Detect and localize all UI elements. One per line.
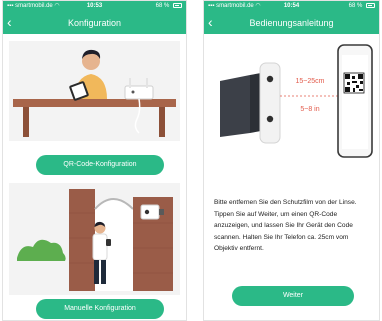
configuration-screen: ▪▪▪ smartmobil.de ◠ 10:53 68 % ‹ Konfigu… bbox=[2, 0, 187, 321]
page-title: Bedienungsanleitung bbox=[249, 18, 334, 28]
battery-icon bbox=[173, 2, 182, 8]
status-battery: 68 % bbox=[349, 1, 375, 12]
status-bar: ▪▪▪ smartmobil.de ◠ 10:54 68 % bbox=[204, 1, 379, 12]
battery-percent: 68 % bbox=[348, 3, 363, 9]
battery-percent: 68 % bbox=[155, 3, 170, 9]
page-title: Konfiguration bbox=[67, 18, 122, 28]
qr-code-graphic bbox=[343, 72, 365, 94]
continue-button[interactable]: Weiter bbox=[232, 286, 354, 306]
instruction-text: Bitte entfernen Sie den Schutzfilm von d… bbox=[214, 199, 357, 252]
nav-bar: ‹ Konfiguration bbox=[3, 12, 186, 34]
chevron-left-icon[interactable]: ‹ bbox=[208, 12, 224, 34]
chevron-left-icon[interactable]: ‹ bbox=[7, 12, 23, 34]
manual-config-button[interactable]: Manuelle Konfiguration bbox=[36, 299, 164, 319]
status-bar: ▪▪▪ smartmobil.de ◠ 10:53 68 % bbox=[3, 1, 186, 12]
page: ▪▪▪ smartmobil.de ◠ 10:53 68 % ‹ Konfigu… bbox=[0, 0, 382, 321]
qr-setup-illustration bbox=[9, 41, 180, 141]
battery-icon bbox=[366, 2, 375, 8]
manual-setup-illustration bbox=[9, 183, 180, 295]
status-battery: 68 % bbox=[156, 1, 182, 12]
distance-in-label: 5~8 in bbox=[300, 106, 319, 113]
instructions-screen: ▪▪▪ smartmobil.de ◠ 10:54 68 % ‹ Bedienu… bbox=[203, 0, 380, 321]
distance-cm-label: 15~25cm bbox=[296, 78, 325, 85]
qr-code-config-button[interactable]: QR-Code-Konfiguration bbox=[36, 155, 164, 175]
camera-scan-illustration: 15~25cm 5~8 in bbox=[220, 44, 373, 158]
nav-bar: ‹ Bedienungsanleitung bbox=[204, 12, 379, 34]
